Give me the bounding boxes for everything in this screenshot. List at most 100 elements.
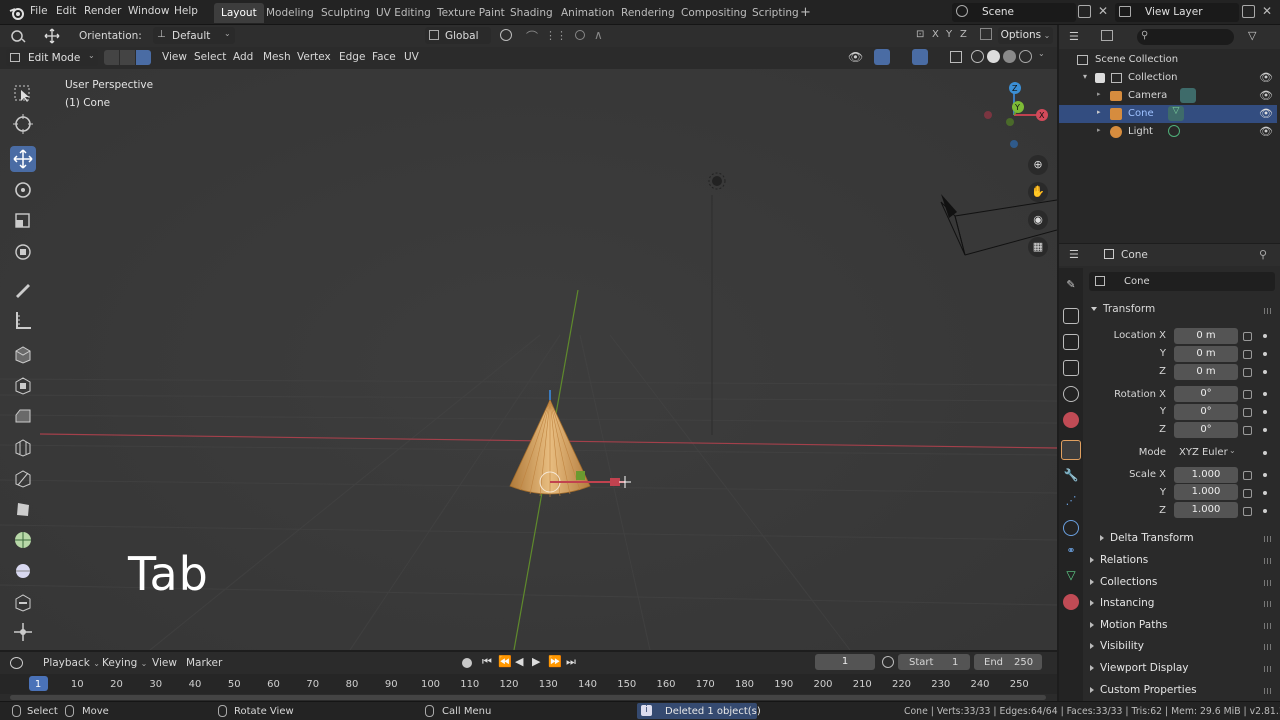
instancing-panel[interactable]: Instancing xyxy=(1090,597,1154,609)
annotate-tool[interactable] xyxy=(10,276,36,302)
viewport-3d[interactable]: Orientation: ⊥ Default ⌄ Global ⌒ ⋮⋮ ∧ ⊡… xyxy=(0,25,1057,650)
drag-handle-icon[interactable] xyxy=(1264,644,1272,650)
scale-x-field[interactable]: 1.000 xyxy=(1174,467,1238,483)
material-tab-icon[interactable] xyxy=(1063,594,1079,610)
scene-tab-icon[interactable] xyxy=(1063,386,1079,402)
visibility-panel[interactable]: Visibility xyxy=(1090,640,1144,652)
location-z-field[interactable]: 0 m xyxy=(1174,364,1238,380)
particles-tab-icon[interactable]: ⋰ xyxy=(1063,494,1079,510)
menu-uv[interactable]: UV xyxy=(404,51,419,63)
data-tab-icon[interactable]: ▽ xyxy=(1063,568,1079,584)
rotation-mode-dropdown[interactable]: XYZ Euler ⌄ xyxy=(1174,445,1240,461)
inset-tool[interactable] xyxy=(10,372,36,398)
tool-tab-icon[interactable]: ✎ xyxy=(1063,278,1079,294)
zoom-icon[interactable]: ⊕ xyxy=(1028,155,1048,175)
new-view-layer-icon[interactable] xyxy=(1242,5,1255,18)
keyframe-dot-icon[interactable] xyxy=(1263,410,1267,414)
jump-keyframe-forward-icon[interactable]: ⏩ xyxy=(548,655,562,668)
menu-file[interactable]: File xyxy=(30,5,48,17)
lock-icon[interactable] xyxy=(1243,332,1252,341)
lock-icon[interactable] xyxy=(1243,390,1252,399)
mode-dropdown[interactable]: Edit Mode ⌄ xyxy=(6,49,98,66)
poly-build-tool[interactable] xyxy=(10,496,36,522)
drag-handle-icon[interactable] xyxy=(1264,558,1272,564)
render-tab-icon[interactable] xyxy=(1063,308,1079,324)
record-icon[interactable] xyxy=(462,658,472,668)
filter-icon[interactable]: ▽ xyxy=(1248,29,1256,42)
select-box-tool[interactable] xyxy=(10,81,36,107)
eye-icon[interactable]: 👁 xyxy=(1259,89,1273,102)
keyframe-dot-icon[interactable] xyxy=(1263,352,1267,356)
location-x-field[interactable]: 0 m xyxy=(1174,328,1238,344)
rotation-x-field[interactable]: 0° xyxy=(1174,386,1238,402)
jump-end-icon[interactable]: ⏭ xyxy=(566,655,576,669)
cursor-tool[interactable] xyxy=(10,111,36,137)
eye-icon[interactable]: 👁 xyxy=(1259,107,1273,120)
solid-shading-icon[interactable] xyxy=(987,50,1000,63)
drag-handle-icon[interactable] xyxy=(1264,536,1272,542)
transform-affect-icon[interactable]: ⊡ xyxy=(916,29,924,40)
play-reverse-icon[interactable]: ◀ xyxy=(515,655,523,668)
outliner-collection-row[interactable]: ▾ Collection 👁 xyxy=(1059,69,1277,87)
snap-icon[interactable]: ⌒ xyxy=(526,28,538,45)
lock-icon[interactable] xyxy=(1243,471,1252,480)
mirror-y-toggle[interactable]: Y xyxy=(946,29,952,40)
move-tool[interactable] xyxy=(10,146,36,172)
keyframe-dot-icon[interactable] xyxy=(1263,428,1267,432)
properties-editor-icon[interactable]: ☰ xyxy=(1069,248,1079,261)
tab-scripting[interactable]: Scripting xyxy=(745,3,806,23)
menu-mesh[interactable]: Mesh xyxy=(263,51,291,63)
viewport-display-panel[interactable]: Viewport Display xyxy=(1090,662,1188,674)
tab-shading[interactable]: Shading xyxy=(503,3,560,23)
keyframe-dot-icon[interactable] xyxy=(1263,392,1267,396)
editor-type-3d-icon[interactable] xyxy=(10,29,26,43)
overlay-toggle-icon[interactable] xyxy=(912,49,928,65)
tab-animation[interactable]: Animation xyxy=(554,3,622,23)
delete-view-layer-icon[interactable]: ✕ xyxy=(1262,4,1272,18)
drag-handle-icon[interactable] xyxy=(1264,688,1272,694)
shrink-fatten-tool[interactable] xyxy=(10,619,36,645)
delta-transform-panel[interactable]: Delta Transform xyxy=(1100,532,1194,544)
lock-icon[interactable] xyxy=(1243,489,1252,498)
orientation-dropdown[interactable]: ⊥ Default ⌄ xyxy=(153,27,235,44)
tab-uv-editing[interactable]: UV Editing xyxy=(369,3,438,23)
drag-handle-icon[interactable] xyxy=(1264,601,1272,607)
menu-edge[interactable]: Edge xyxy=(339,51,365,63)
menu-render[interactable]: Render xyxy=(84,5,121,17)
rotation-y-field[interactable]: 0° xyxy=(1174,404,1238,420)
menu-add[interactable]: Add xyxy=(233,51,253,63)
drag-handle-icon[interactable] xyxy=(1264,666,1272,672)
keyframe-dot-icon[interactable] xyxy=(1263,491,1267,495)
modifier-tab-icon[interactable]: 🔧 xyxy=(1063,468,1079,484)
jump-start-icon[interactable]: ⏮ xyxy=(482,655,492,669)
end-frame-field[interactable]: End 250 xyxy=(974,654,1042,670)
drag-handle-icon[interactable] xyxy=(1264,623,1272,629)
outliner-editor-icon[interactable]: ☰ xyxy=(1069,30,1079,43)
snap-target-icon[interactable]: ⋮⋮ xyxy=(545,29,567,42)
loop-cut-tool[interactable] xyxy=(10,434,36,460)
add-workspace-icon[interactable]: + xyxy=(800,5,811,20)
tab-modeling[interactable]: Modeling xyxy=(259,3,321,23)
rotate-tool[interactable] xyxy=(10,177,36,203)
lock-icon[interactable] xyxy=(1243,507,1252,516)
timeline-editor-icon[interactable] xyxy=(10,657,23,669)
mirror-x-toggle[interactable]: X xyxy=(932,29,939,40)
motion-paths-panel[interactable]: Motion Paths xyxy=(1090,619,1167,631)
relations-panel[interactable]: Relations xyxy=(1090,554,1148,566)
lock-icon[interactable] xyxy=(1243,368,1252,377)
menu-face[interactable]: Face xyxy=(372,51,396,63)
wireframe-shading-icon[interactable] xyxy=(971,50,984,63)
tab-texture-paint[interactable]: Texture Paint xyxy=(430,3,512,23)
play-icon[interactable]: ▶ xyxy=(532,655,540,668)
current-frame-field[interactable]: 1 xyxy=(815,654,875,670)
object-name-field[interactable]: Cone xyxy=(1089,272,1275,291)
transform-panel-header[interactable]: Transform xyxy=(1085,300,1275,318)
bevel-tool[interactable] xyxy=(10,403,36,429)
keyframe-dot-icon[interactable] xyxy=(1263,370,1267,374)
xray-toggle-icon[interactable] xyxy=(950,51,962,63)
edge-slide-tool[interactable] xyxy=(10,589,36,615)
outliner-scene-collection[interactable]: Scene Collection xyxy=(1059,51,1277,69)
extrude-tool[interactable] xyxy=(10,341,36,367)
world-tab-icon[interactable] xyxy=(1063,412,1079,428)
keyframe-dot-icon[interactable] xyxy=(1263,509,1267,513)
